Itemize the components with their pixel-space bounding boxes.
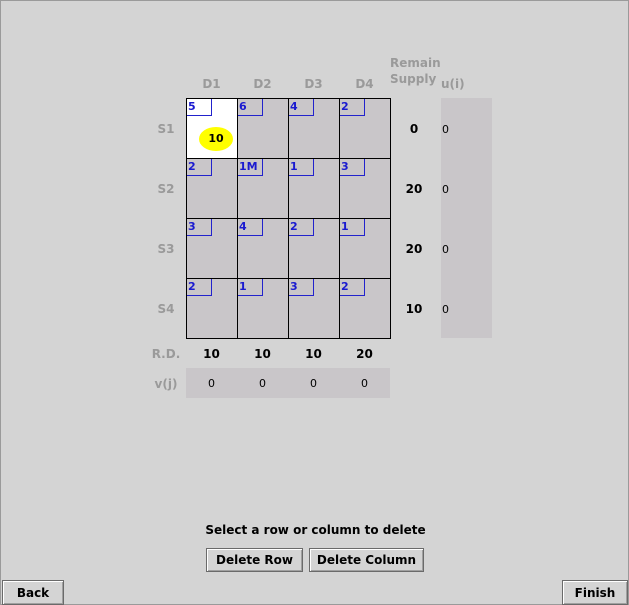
u-header: u(i) — [441, 77, 465, 91]
v-value-d1: 0 — [208, 377, 215, 390]
row-header-s2[interactable]: S2 — [151, 182, 181, 196]
allocation-marker: 10 — [199, 127, 233, 151]
rd-header: R.D. — [151, 347, 181, 361]
cost-label: 2 — [340, 279, 365, 296]
remain-supply-s3: 20 — [405, 242, 423, 256]
cost-label: 5 — [187, 99, 212, 116]
transportation-window: D1 D2 D3 D4 Remain Supply u(i) S1 S2 S3 … — [0, 0, 629, 605]
v-value-d2: 0 — [259, 377, 266, 390]
cost-label: 3 — [187, 219, 212, 236]
grid-cell-s4-d4[interactable]: 2 — [340, 279, 391, 339]
back-button[interactable]: Back — [2, 580, 64, 605]
remain-demand-d2: 10 — [254, 347, 271, 361]
remain-demand-d3: 10 — [305, 347, 322, 361]
u-value-s2: 0 — [442, 183, 449, 196]
grid-cell-s1-d2[interactable]: 6 — [238, 99, 289, 159]
col-header-d2[interactable]: D2 — [237, 77, 288, 91]
remain-header-line1: Remain — [390, 56, 441, 70]
v-value-d3: 0 — [310, 377, 317, 390]
cost-label: 6 — [238, 99, 263, 116]
grid-cell-s2-d3[interactable]: 1 — [289, 159, 340, 219]
row-header-s3[interactable]: S3 — [151, 242, 181, 256]
col-header-d3[interactable]: D3 — [288, 77, 339, 91]
grid-cell-s2-d2[interactable]: 1M — [238, 159, 289, 219]
remain-supply-s1: 0 — [409, 122, 419, 136]
grid-cell-s3-d4[interactable]: 1 — [340, 219, 391, 279]
cost-label: 2 — [187, 279, 212, 296]
grid-cell-s3-d1[interactable]: 3 — [187, 219, 238, 279]
remain-header-line2: Supply — [390, 72, 437, 86]
grid-cell-s2-d1[interactable]: 2 — [187, 159, 238, 219]
row-header-s4[interactable]: S4 — [151, 302, 181, 316]
grid-cell-s1-d3[interactable]: 4 — [289, 99, 340, 159]
cost-label: 1 — [289, 159, 314, 176]
row-header-s1[interactable]: S1 — [151, 122, 181, 136]
grid-cell-s3-d2[interactable]: 4 — [238, 219, 289, 279]
v-value-d4: 0 — [361, 377, 368, 390]
u-value-s4: 0 — [442, 303, 449, 316]
col-header-d1[interactable]: D1 — [186, 77, 237, 91]
cost-label: 2 — [187, 159, 212, 176]
u-value-s1: 0 — [442, 123, 449, 136]
delete-column-button[interactable]: Delete Column — [309, 548, 424, 572]
instruction-message: Select a row or column to delete — [205, 523, 426, 537]
grid-cell-s4-d1[interactable]: 2 — [187, 279, 238, 339]
remain-demand-d4: 20 — [356, 347, 373, 361]
remain-demand-d1: 10 — [203, 347, 220, 361]
grid-cell-s4-d2[interactable]: 1 — [238, 279, 289, 339]
grid-cell-s1-d4[interactable]: 2 — [340, 99, 391, 159]
grid-cell-s1-d1[interactable]: 5 10 — [187, 99, 238, 159]
remain-supply-s2: 20 — [405, 182, 423, 196]
cost-label: 1 — [238, 279, 263, 296]
cost-label: 4 — [289, 99, 314, 116]
cost-label: 4 — [238, 219, 263, 236]
col-header-d4[interactable]: D4 — [339, 77, 390, 91]
cost-label: 2 — [289, 219, 314, 236]
finish-button[interactable]: Finish — [562, 580, 628, 605]
v-header: v(j) — [154, 377, 178, 391]
cost-label: 1 — [340, 219, 365, 236]
grid-cell-s3-d3[interactable]: 2 — [289, 219, 340, 279]
grid-cell-s4-d3[interactable]: 3 — [289, 279, 340, 339]
cost-label: 3 — [340, 159, 365, 176]
cost-grid: 5 10 6 4 2 2 1M 1 3 3 4 2 1 2 1 3 2 — [186, 98, 391, 339]
remain-supply-s4: 10 — [405, 302, 423, 316]
u-value-s3: 0 — [442, 243, 449, 256]
grid-cell-s2-d4[interactable]: 3 — [340, 159, 391, 219]
cost-label: 1M — [238, 159, 263, 176]
cost-label: 2 — [340, 99, 365, 116]
cost-label: 3 — [289, 279, 314, 296]
delete-row-button[interactable]: Delete Row — [206, 548, 303, 572]
